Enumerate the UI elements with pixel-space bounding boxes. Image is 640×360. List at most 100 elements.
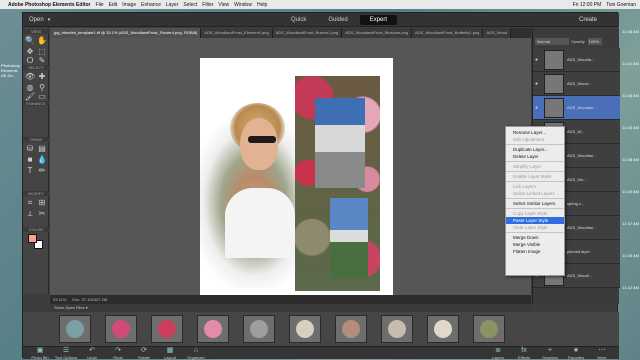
gradient-icon[interactable]: ▤ <box>37 144 47 154</box>
create-button[interactable]: Create <box>579 15 597 25</box>
show-open-files-dropdown[interactable]: Show Open Files <box>54 305 84 310</box>
menu-help[interactable]: Help <box>257 2 267 8</box>
bin-thumbnail[interactable] <box>473 315 505 343</box>
eye-icon[interactable]: ● <box>535 105 541 111</box>
desktop-file-label[interactable]: Photoshop Elements AE-Do.. <box>0 63 22 78</box>
menu-item-merge-down[interactable]: Merge Down <box>506 234 564 241</box>
tower-photo <box>330 198 368 278</box>
menu-file[interactable]: File <box>96 2 104 8</box>
bin-thumbnail[interactable] <box>151 315 183 343</box>
open-button[interactable]: Open <box>25 15 55 25</box>
user-name[interactable]: Toni Goeman <box>606 2 636 8</box>
doc-size: Doc: 37.1M/307.2M <box>72 297 108 302</box>
menu-item-merge-visible[interactable]: Merge Visible <box>506 241 564 248</box>
eye-icon[interactable]: ● <box>535 57 541 63</box>
menu-item-rename-layer[interactable]: Rename Layer... <box>506 129 564 136</box>
recompose-icon[interactable]: ⊞ <box>37 198 47 208</box>
straighten-icon[interactable]: ⟂ <box>25 209 35 219</box>
menu-layer[interactable]: Layer <box>166 2 179 8</box>
pencil-icon[interactable]: ✏ <box>37 166 47 176</box>
type-tool-icon[interactable]: T <box>25 166 35 176</box>
bin-thumbnail[interactable] <box>243 315 275 343</box>
menu-item-duplicate-layer[interactable]: Duplicate Layer... <box>506 146 564 153</box>
menu-select[interactable]: Select <box>183 2 197 8</box>
taskbar-tool-options[interactable]: ☰ Tool Options <box>53 347 79 360</box>
bin-thumbnail[interactable] <box>289 315 321 343</box>
bin-thumbnail[interactable] <box>427 315 459 343</box>
clock[interactable]: Fri 12:00 PM <box>573 2 602 8</box>
menu-window[interactable]: Window <box>234 2 252 8</box>
menu-filter[interactable]: Filter <box>202 2 213 8</box>
foreground-color-swatch[interactable] <box>28 234 37 243</box>
document-tab[interactable]: ADS_WoodlandFrost_Butterfly1.png <box>412 28 484 38</box>
quick-select-icon[interactable]: ✎ <box>37 56 47 66</box>
more-icon: ⋯ <box>598 347 606 354</box>
opacity-input[interactable]: 100% <box>587 38 602 45</box>
taskbar-layers[interactable]: ≣ Layers <box>485 347 511 360</box>
photo-bin-header: Show Open Files ▾ <box>50 304 531 312</box>
layer-row[interactable]: ● ADS_Woodla... <box>533 48 620 72</box>
taskbar-undo[interactable]: ↶ Undo <box>79 347 105 360</box>
menu-edit[interactable]: Edit <box>109 2 118 8</box>
mode-expert[interactable]: Expert <box>359 15 398 25</box>
menu-item-flatten-image[interactable]: Flatten Image <box>506 248 564 255</box>
document-tab[interactable]: ADS_Wood <box>483 28 512 38</box>
taskbar-photo-bin[interactable]: ▣ Photo Bin <box>27 347 53 360</box>
menu-view[interactable]: View <box>218 2 229 8</box>
dome-photo <box>315 98 365 188</box>
taskbar-rotate[interactable]: ⟳ Rotate <box>131 347 157 360</box>
bin-thumbnail[interactable] <box>335 315 367 343</box>
desktop-timestamp: 11:40 AM <box>622 189 639 194</box>
layers-label: Layers <box>491 355 504 360</box>
bin-thumbnail[interactable] <box>59 315 91 343</box>
taskbar-effects[interactable]: fx Effects <box>511 347 537 360</box>
document-canvas[interactable] <box>200 58 393 301</box>
zoom-level[interactable]: 33.11% <box>53 297 66 302</box>
bin-thumbnail[interactable] <box>105 315 137 343</box>
menu-image[interactable]: Image <box>122 2 136 8</box>
taskbar-organizer[interactable]: ⌂ Organizer <box>183 347 209 360</box>
menu-item-delete-layer[interactable]: Delete Layer <box>506 153 564 160</box>
hand-tool-icon[interactable]: ✋ <box>37 36 47 46</box>
eye-icon[interactable]: ● <box>535 81 541 87</box>
taskbar-graphics[interactable]: + Graphics <box>537 347 563 360</box>
menu-item-select-similar-layers[interactable]: Select Similar Layers <box>506 200 564 207</box>
document-tab[interactable]: ADS_WoodlandFrost_Branch1.png <box>272 28 343 38</box>
taskbar-layout[interactable]: ▦ Layout <box>157 347 183 360</box>
app-menu[interactable]: Adobe Photoshop Elements Editor <box>8 2 91 8</box>
document-tab[interactable]: ADS_WoodlandFrost_Element1.png <box>201 28 273 38</box>
cookie-cutter-icon[interactable]: ✂ <box>37 209 47 219</box>
brush-tool-icon[interactable]: 🖌 <box>25 92 35 102</box>
layer-name: ADS_Woodl... <box>567 273 593 278</box>
lasso-tool-icon[interactable]: ⵔ <box>25 56 35 66</box>
document-tab[interactable]: .jpg_blended_template1.tif @ 33.1% (ADS_… <box>50 28 202 38</box>
bin-thumbnail[interactable] <box>197 315 229 343</box>
layer-context-menu: Rename Layer... Edit Adjustment Duplicate … <box>505 126 565 276</box>
mode-guided[interactable]: Guided <box>318 15 357 25</box>
blur-icon[interactable]: 💧 <box>37 155 47 165</box>
menu-enhance[interactable]: Enhance <box>141 2 161 8</box>
eye-tool-icon[interactable]: 👁 <box>25 72 35 82</box>
mode-quick[interactable]: Quick <box>281 15 316 25</box>
menu-item-paste-layer-style[interactable]: Paste Layer Style <box>506 217 564 224</box>
more-label: More <box>597 355 607 360</box>
taskbar-favorites[interactable]: ★ Favorites <box>563 347 589 360</box>
taskbar-more[interactable]: ⋯ More <box>589 347 615 360</box>
zoom-tool-icon[interactable]: 🔍 <box>25 36 35 46</box>
canvas-area[interactable] <box>50 38 531 301</box>
menu-separator <box>506 144 564 145</box>
taskbar-redo[interactable]: ↷ Redo <box>105 347 131 360</box>
blend-mode-select[interactable]: Normal <box>535 38 569 45</box>
layer-row[interactable]: ● ADS_Wood... <box>533 72 620 96</box>
shape-tool-icon[interactable]: ■ <box>25 155 35 165</box>
crop-tool-icon[interactable]: ⌗ <box>25 198 35 208</box>
eraser-icon[interactable]: ▭ <box>37 92 47 102</box>
paint-bucket-icon[interactable]: ⛁ <box>25 144 35 154</box>
portrait-face <box>240 118 278 170</box>
layer-row[interactable]: ● ADS_Woodlan... <box>533 96 620 120</box>
spot-heal-icon[interactable]: ✚ <box>37 72 47 82</box>
menu-extras: Fri 12:00 PM Toni Goeman <box>573 2 640 8</box>
document-tab[interactable]: ADS_WoodlandFrost_Blossom.png <box>342 28 412 38</box>
undo-label: Undo <box>87 355 97 360</box>
bin-thumbnail[interactable] <box>381 315 413 343</box>
